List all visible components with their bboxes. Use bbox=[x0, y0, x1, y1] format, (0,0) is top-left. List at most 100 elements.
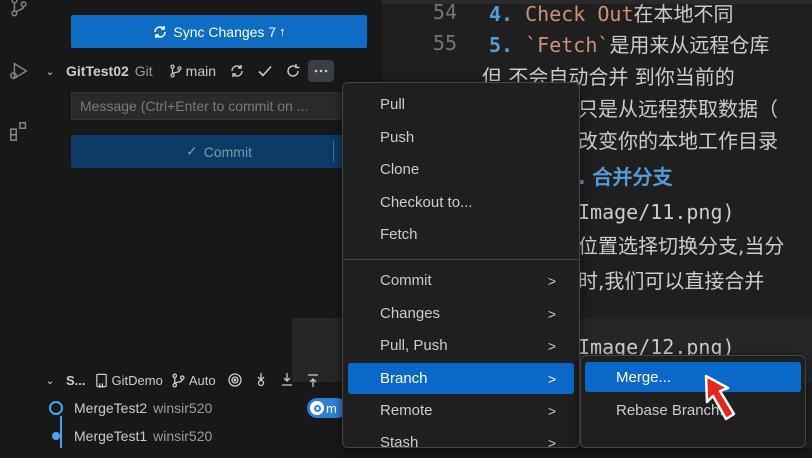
sync-icon bbox=[154, 25, 167, 38]
sync-changes-label: Sync Changes 7 bbox=[173, 23, 277, 40]
pull-icon[interactable] bbox=[274, 372, 300, 388]
menu-item-branch[interactable]: Branch > bbox=[348, 363, 574, 394]
repo-name: GitTest02 bbox=[66, 63, 129, 79]
chevron-right-icon: > bbox=[547, 305, 556, 322]
branch-icon bbox=[169, 64, 182, 78]
line-text: Image/11.png) bbox=[578, 200, 735, 224]
graph-commit-row[interactable]: MergeTest2 winsir520 bbox=[38, 397, 212, 419]
commit-check-icon[interactable] bbox=[252, 60, 278, 82]
chevron-down-icon[interactable]: ⌄ bbox=[38, 374, 62, 387]
section-heading: . 合并分支 bbox=[578, 160, 673, 190]
chevron-right-icon: > bbox=[547, 402, 556, 419]
graph-commit-row[interactable]: MergeTest1 winsir520 bbox=[38, 425, 212, 447]
graph-repo-selector[interactable]: GitDemo bbox=[94, 373, 163, 388]
submenu-item-merge[interactable]: Merge... bbox=[585, 362, 801, 392]
source-control-graph-header[interactable]: ⌄ S... GitDemo Auto bbox=[38, 367, 382, 393]
menu-item-label: Push bbox=[380, 129, 415, 146]
menu-item-label: Commit bbox=[380, 272, 432, 289]
menu-item-push[interactable]: Push bbox=[348, 122, 574, 153]
code-line: 只是从远程获取数据（ bbox=[578, 92, 778, 122]
graph-repo-name: GitDemo bbox=[111, 372, 163, 388]
branch-name: main bbox=[185, 63, 217, 79]
commit-label: Commit bbox=[203, 143, 252, 160]
commit-author: winsir520 bbox=[153, 428, 213, 444]
menu-item-label: Pull bbox=[380, 96, 406, 113]
menu-item-label: Branch bbox=[380, 370, 428, 387]
list-number: 4. bbox=[489, 1, 514, 26]
menu-item-label: Clone bbox=[380, 161, 420, 178]
more-actions-icon[interactable] bbox=[308, 60, 335, 82]
branch-submenu: Merge... Rebase Branch... bbox=[580, 355, 806, 448]
graph-title: S... bbox=[66, 372, 86, 388]
branch-icon bbox=[172, 372, 185, 388]
code-line: 54 4. Check Out在本地不同 bbox=[382, 0, 734, 27]
commit-button[interactable]: ✓ Commit bbox=[71, 135, 367, 168]
menu-separator bbox=[343, 259, 579, 260]
inline-code: Check Out bbox=[525, 1, 634, 26]
sync-up-arrow-icon: ↑ bbox=[279, 24, 286, 39]
code-line: 时,我们可以直接合并 bbox=[578, 264, 764, 294]
inline-code: `Fetch` bbox=[525, 32, 610, 57]
line-number: 54 bbox=[432, 0, 457, 24]
code-line: 55 5. `Fetch`是用来从远程仓库 bbox=[382, 28, 770, 58]
branch-ref-badge: m bbox=[307, 398, 347, 418]
menu-item-stash[interactable]: Stash > bbox=[348, 427, 574, 458]
target-icon bbox=[310, 401, 324, 415]
menu-item-remote[interactable]: Remote > bbox=[348, 395, 574, 426]
commit-message-input[interactable]: Message (Ctrl+Enter to commit on ... bbox=[71, 92, 367, 120]
repository-header[interactable]: ⌄ GitTest02 Git main bbox=[38, 58, 382, 84]
menu-item-checkout[interactable]: Checkout to... bbox=[348, 187, 574, 218]
menu-item-label: Pull, Push bbox=[380, 337, 448, 354]
menu-item-commit[interactable]: Commit > bbox=[348, 265, 574, 296]
commit-message: MergeTest1 bbox=[74, 428, 148, 444]
line-text: 时,我们可以直接合并 bbox=[578, 268, 765, 293]
commit-message: MergeTest2 bbox=[74, 400, 148, 416]
menu-item-label: Checkout to... bbox=[380, 194, 473, 211]
check-icon: ✓ bbox=[186, 143, 198, 159]
menu-item-clone[interactable]: Clone bbox=[348, 154, 574, 185]
refresh-sync-icon[interactable] bbox=[224, 60, 250, 82]
ref-badge-text: m bbox=[326, 400, 337, 416]
repo-icon bbox=[95, 373, 107, 388]
activity-bar bbox=[0, 0, 38, 448]
extensions-icon[interactable] bbox=[0, 120, 38, 142]
chevron-down-icon[interactable]: ⌄ bbox=[38, 65, 62, 78]
sync-changes-button[interactable]: Sync Changes 7 ↑ bbox=[71, 15, 367, 48]
commit-author: winsir520 bbox=[153, 400, 213, 416]
chevron-right-icon: > bbox=[547, 370, 556, 387]
code-line: 位置选择切换分支,当分 bbox=[578, 229, 784, 259]
chevron-right-icon: > bbox=[547, 272, 556, 289]
chevron-right-icon: > bbox=[547, 337, 556, 354]
push-icon[interactable] bbox=[300, 372, 326, 388]
menu-item-changes[interactable]: Changes > bbox=[348, 298, 574, 329]
line-text: 只是从远程获取数据（ bbox=[578, 96, 778, 121]
line-text: 位置选择切换分支,当分 bbox=[578, 233, 785, 258]
menu-item-pull-push[interactable]: Pull, Push > bbox=[348, 330, 574, 361]
menu-item-label: Remote bbox=[380, 402, 433, 419]
graph-branch-selector[interactable]: Auto bbox=[171, 373, 216, 388]
refresh-icon[interactable] bbox=[280, 60, 306, 82]
pointer-arrow-icon bbox=[704, 374, 736, 421]
list-number: 5. bbox=[489, 32, 514, 57]
line-text: 改变你的本地工作目录 bbox=[578, 128, 778, 153]
submenu-item-rebase[interactable]: Rebase Branch... bbox=[585, 395, 801, 425]
graph-branch-mode: Auto bbox=[188, 372, 216, 388]
run-debug-icon[interactable] bbox=[0, 60, 38, 82]
fetch-icon[interactable] bbox=[248, 372, 274, 388]
line-number: 55 bbox=[432, 31, 457, 55]
branch-indicator[interactable]: main bbox=[169, 63, 216, 79]
line-text: 在本地不同 bbox=[633, 1, 734, 26]
chevron-right-icon: > bbox=[547, 434, 556, 451]
code-line: Image/11.png) bbox=[578, 197, 735, 227]
menu-item-label: Stash bbox=[380, 434, 419, 451]
menu-item-label: Changes bbox=[380, 305, 441, 322]
menu-item-pull[interactable]: Pull bbox=[348, 89, 574, 120]
menu-item-label: Fetch bbox=[380, 226, 418, 243]
target-icon[interactable] bbox=[222, 372, 248, 388]
commit-node-icon bbox=[38, 400, 74, 416]
repo-type: Git bbox=[134, 63, 153, 79]
line-text: 是用来从远程仓库 bbox=[609, 32, 770, 57]
commit-node-icon bbox=[38, 428, 74, 444]
source-control-icon[interactable] bbox=[0, 0, 38, 18]
menu-item-fetch[interactable]: Fetch bbox=[348, 219, 574, 250]
